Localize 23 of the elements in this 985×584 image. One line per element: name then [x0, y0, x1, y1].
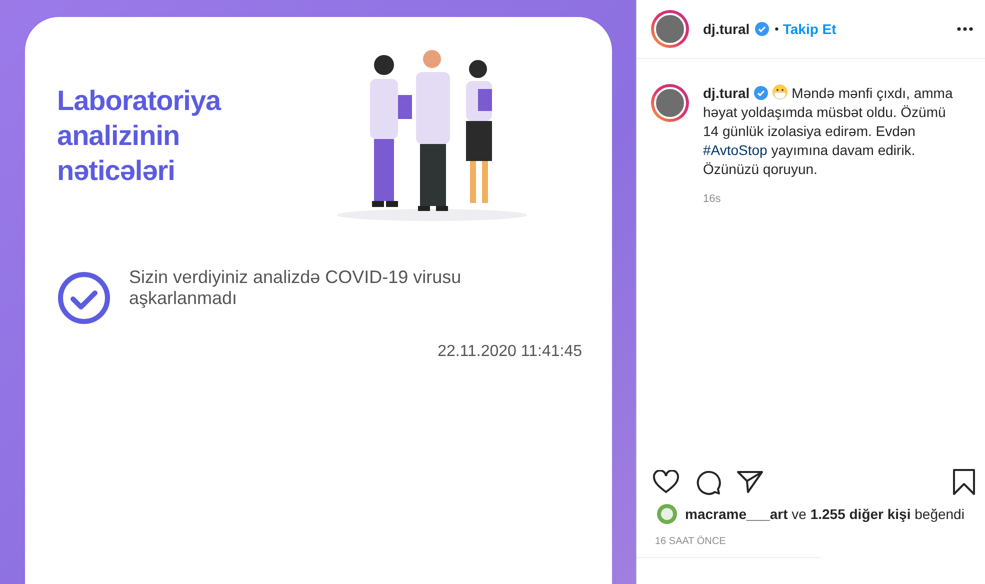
result-timestamp: 22.11.2020 11:41:45 — [436, 343, 582, 361]
avatar-photo — [654, 87, 686, 119]
result-message: Sizin verdiyiniz analizdə COVID-19 virusu aşkarlanmadı — [129, 267, 462, 309]
caption-age: 16s — [703, 193, 722, 205]
more-options-icon[interactable] — [957, 27, 973, 31]
hashtag-link[interactable]: #AvtoStop — [703, 142, 768, 158]
avatar-ring[interactable] — [651, 10, 689, 48]
check-circle-icon — [57, 271, 111, 325]
avatar-photo — [654, 13, 686, 45]
caption-text: dj.tural Məndə mənfi çıxdı, amma həyat yoldaşımda müsbət oldu. Özümü 14 günlük izolasiya edirəm. Evdən #AvtoStop yayımına davam edirik. Özünüzü qoruyun. — [703, 84, 954, 179]
avatar-ring[interactable] — [651, 84, 689, 122]
bookmark-icon[interactable] — [953, 469, 975, 495]
paper-plane-icon[interactable] — [737, 470, 763, 494]
heart-icon[interactable] — [653, 470, 679, 494]
result-title: Laboratoriya analizinin nəticələri — [57, 84, 221, 188]
likes-summary[interactable]: macrame___art ve 1.255 diğer kişi beğendi — [685, 506, 964, 522]
username-link[interactable]: dj.tural — [703, 85, 750, 101]
masked-face-emoji-icon — [772, 84, 788, 100]
post-time: 16 SAAT ÖNCE — [654, 534, 727, 549]
username-link[interactable]: dj.tural — [703, 21, 750, 37]
separator-dot: • — [774, 22, 779, 36]
liker-avatar-icon — [657, 504, 677, 524]
comment-bubble-icon[interactable] — [695, 469, 721, 495]
